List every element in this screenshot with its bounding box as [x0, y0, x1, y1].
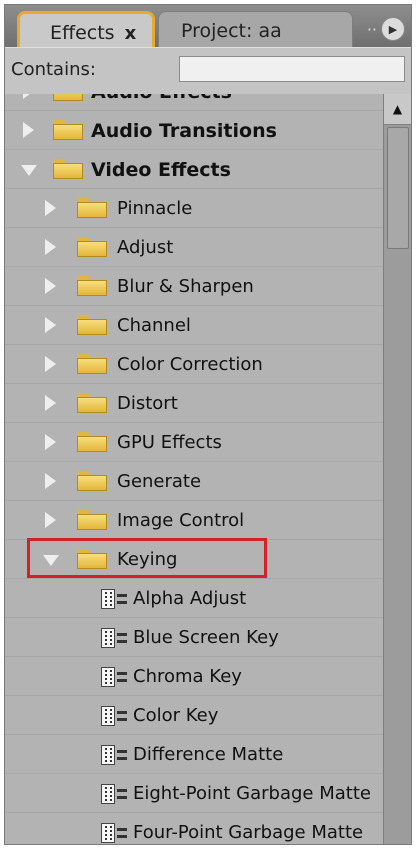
folder-icon	[53, 120, 83, 140]
tab-project[interactable]: Project: aa	[158, 11, 353, 47]
tree-item-label: Color Correction	[117, 354, 263, 375]
tree-folder-row[interactable]: Audio Transitions	[5, 111, 383, 150]
tree-item-label: Blue Screen Key	[133, 627, 279, 648]
tree-item-label: Alpha Adjust	[133, 588, 247, 609]
tree-item-label: Four-Point Garbage Matte	[133, 822, 364, 843]
tree-item-label: Generate	[117, 471, 202, 492]
contains-search-input[interactable]	[179, 56, 405, 82]
tab-project-label: Project: aa	[181, 20, 282, 42]
panel-menu-button[interactable]: ·· ▶	[359, 17, 405, 41]
tree-effect-row[interactable]: Eight-Point Garbage Matte	[5, 774, 383, 813]
tree-item-label: Pinnacle	[117, 198, 193, 219]
tree-folder-row[interactable]: Pinnacle	[5, 189, 383, 228]
folder-icon	[77, 549, 107, 569]
tree-folder-row[interactable]: Audio Effects	[5, 94, 383, 111]
tree-folder-row[interactable]: Image Control	[5, 501, 383, 540]
folder-icon	[77, 198, 107, 218]
folder-icon	[77, 354, 107, 374]
tree-effect-row[interactable]: Color Key	[5, 696, 383, 735]
tree-item-label: Color Key	[133, 705, 219, 726]
folder-icon	[77, 276, 107, 296]
tree-item-label: Blur & Sharpen	[117, 276, 254, 297]
expand-triangle-closed-icon[interactable]	[45, 278, 56, 294]
video-effect-icon	[101, 745, 134, 765]
tree-folder-row[interactable]: Blur & Sharpen	[5, 267, 383, 306]
effects-panel: Effects x Project: aa ·· ▶ Contains: Audi…	[4, 4, 412, 845]
tree-folder-row[interactable]: Generate	[5, 462, 383, 501]
tree-folder-row[interactable]: Video Effects	[5, 150, 383, 189]
video-effect-icon	[101, 628, 134, 648]
tree-item-label: Channel	[117, 315, 191, 336]
panel-menu-arrow-icon[interactable]: ▶	[381, 17, 405, 41]
tree-effect-row[interactable]: Chroma Key	[5, 657, 383, 696]
tree-folder-row[interactable]: Distort	[5, 384, 383, 423]
tree-folder-row[interactable]: Color Correction	[5, 345, 383, 384]
tree-item-label: Difference Matte	[133, 744, 284, 765]
folder-icon	[53, 94, 83, 101]
folder-icon	[77, 315, 107, 335]
tree-item-label: Chroma Key	[133, 666, 242, 687]
tree-item-label: Audio Transitions	[91, 120, 277, 142]
tree-item-label: Adjust	[117, 237, 174, 258]
video-effect-icon	[101, 706, 134, 726]
expand-triangle-open-icon[interactable]	[21, 165, 37, 176]
folder-icon	[77, 471, 107, 491]
tree-folder-row[interactable]: Keying	[5, 540, 383, 579]
expand-triangle-closed-icon[interactable]	[23, 94, 34, 99]
expand-triangle-closed-icon[interactable]	[45, 434, 56, 450]
folder-icon	[77, 432, 107, 452]
folder-icon	[77, 237, 107, 257]
expand-triangle-closed-icon[interactable]	[23, 122, 34, 138]
filter-label: Contains:	[11, 59, 96, 80]
video-effect-icon	[101, 823, 134, 843]
tree-folder-row[interactable]: Adjust	[5, 228, 383, 267]
tree-folder-row[interactable]: GPU Effects	[5, 423, 383, 462]
scroll-thumb[interactable]	[387, 127, 409, 249]
tree-item-label: Image Control	[117, 510, 245, 531]
tree-item-label: Eight-Point Garbage Matte	[133, 783, 371, 804]
expand-triangle-closed-icon[interactable]	[45, 239, 56, 255]
video-effect-icon	[101, 589, 134, 609]
tree-item-label: Keying	[117, 549, 178, 570]
filter-bar: Contains:	[5, 47, 411, 95]
close-icon[interactable]: x	[125, 23, 137, 44]
tree-effect-row[interactable]: Difference Matte	[5, 735, 383, 774]
tree-item-label: Distort	[117, 393, 178, 414]
tab-effects-label: Effects	[50, 22, 115, 44]
panel-tab-bar: Effects x Project: aa ·· ▶	[5, 5, 411, 47]
video-effect-icon	[101, 784, 134, 804]
expand-triangle-open-icon[interactable]	[43, 555, 59, 566]
tree-effect-row[interactable]: Alpha Adjust	[5, 579, 383, 618]
folder-icon	[77, 510, 107, 530]
tab-effects[interactable]: Effects x	[17, 11, 155, 47]
expand-triangle-closed-icon[interactable]	[45, 317, 56, 333]
expand-triangle-closed-icon[interactable]	[45, 356, 56, 372]
scroll-up-arrow-icon[interactable]: ▲	[384, 94, 411, 125]
expand-triangle-closed-icon[interactable]	[45, 473, 56, 489]
tree-item-label: GPU Effects	[117, 432, 222, 453]
folder-icon	[77, 393, 107, 413]
vertical-scrollbar[interactable]: ▲	[383, 94, 411, 844]
tree-effect-row[interactable]: Blue Screen Key	[5, 618, 383, 657]
folder-icon	[53, 159, 83, 179]
tree-item-label: Audio Effects	[91, 94, 232, 103]
expand-triangle-closed-icon[interactable]	[45, 395, 56, 411]
grip-dots-icon: ··	[366, 19, 377, 39]
expand-triangle-closed-icon[interactable]	[45, 512, 56, 528]
tree-item-label: Video Effects	[91, 159, 231, 181]
tree-effect-row[interactable]: Four-Point Garbage Matte	[5, 813, 383, 844]
video-effect-icon	[101, 667, 134, 687]
tree-folder-row[interactable]: Channel	[5, 306, 383, 345]
expand-triangle-closed-icon[interactable]	[45, 200, 56, 216]
effects-tree: Audio Effects Audio Transitions Video Effe…	[5, 94, 383, 844]
